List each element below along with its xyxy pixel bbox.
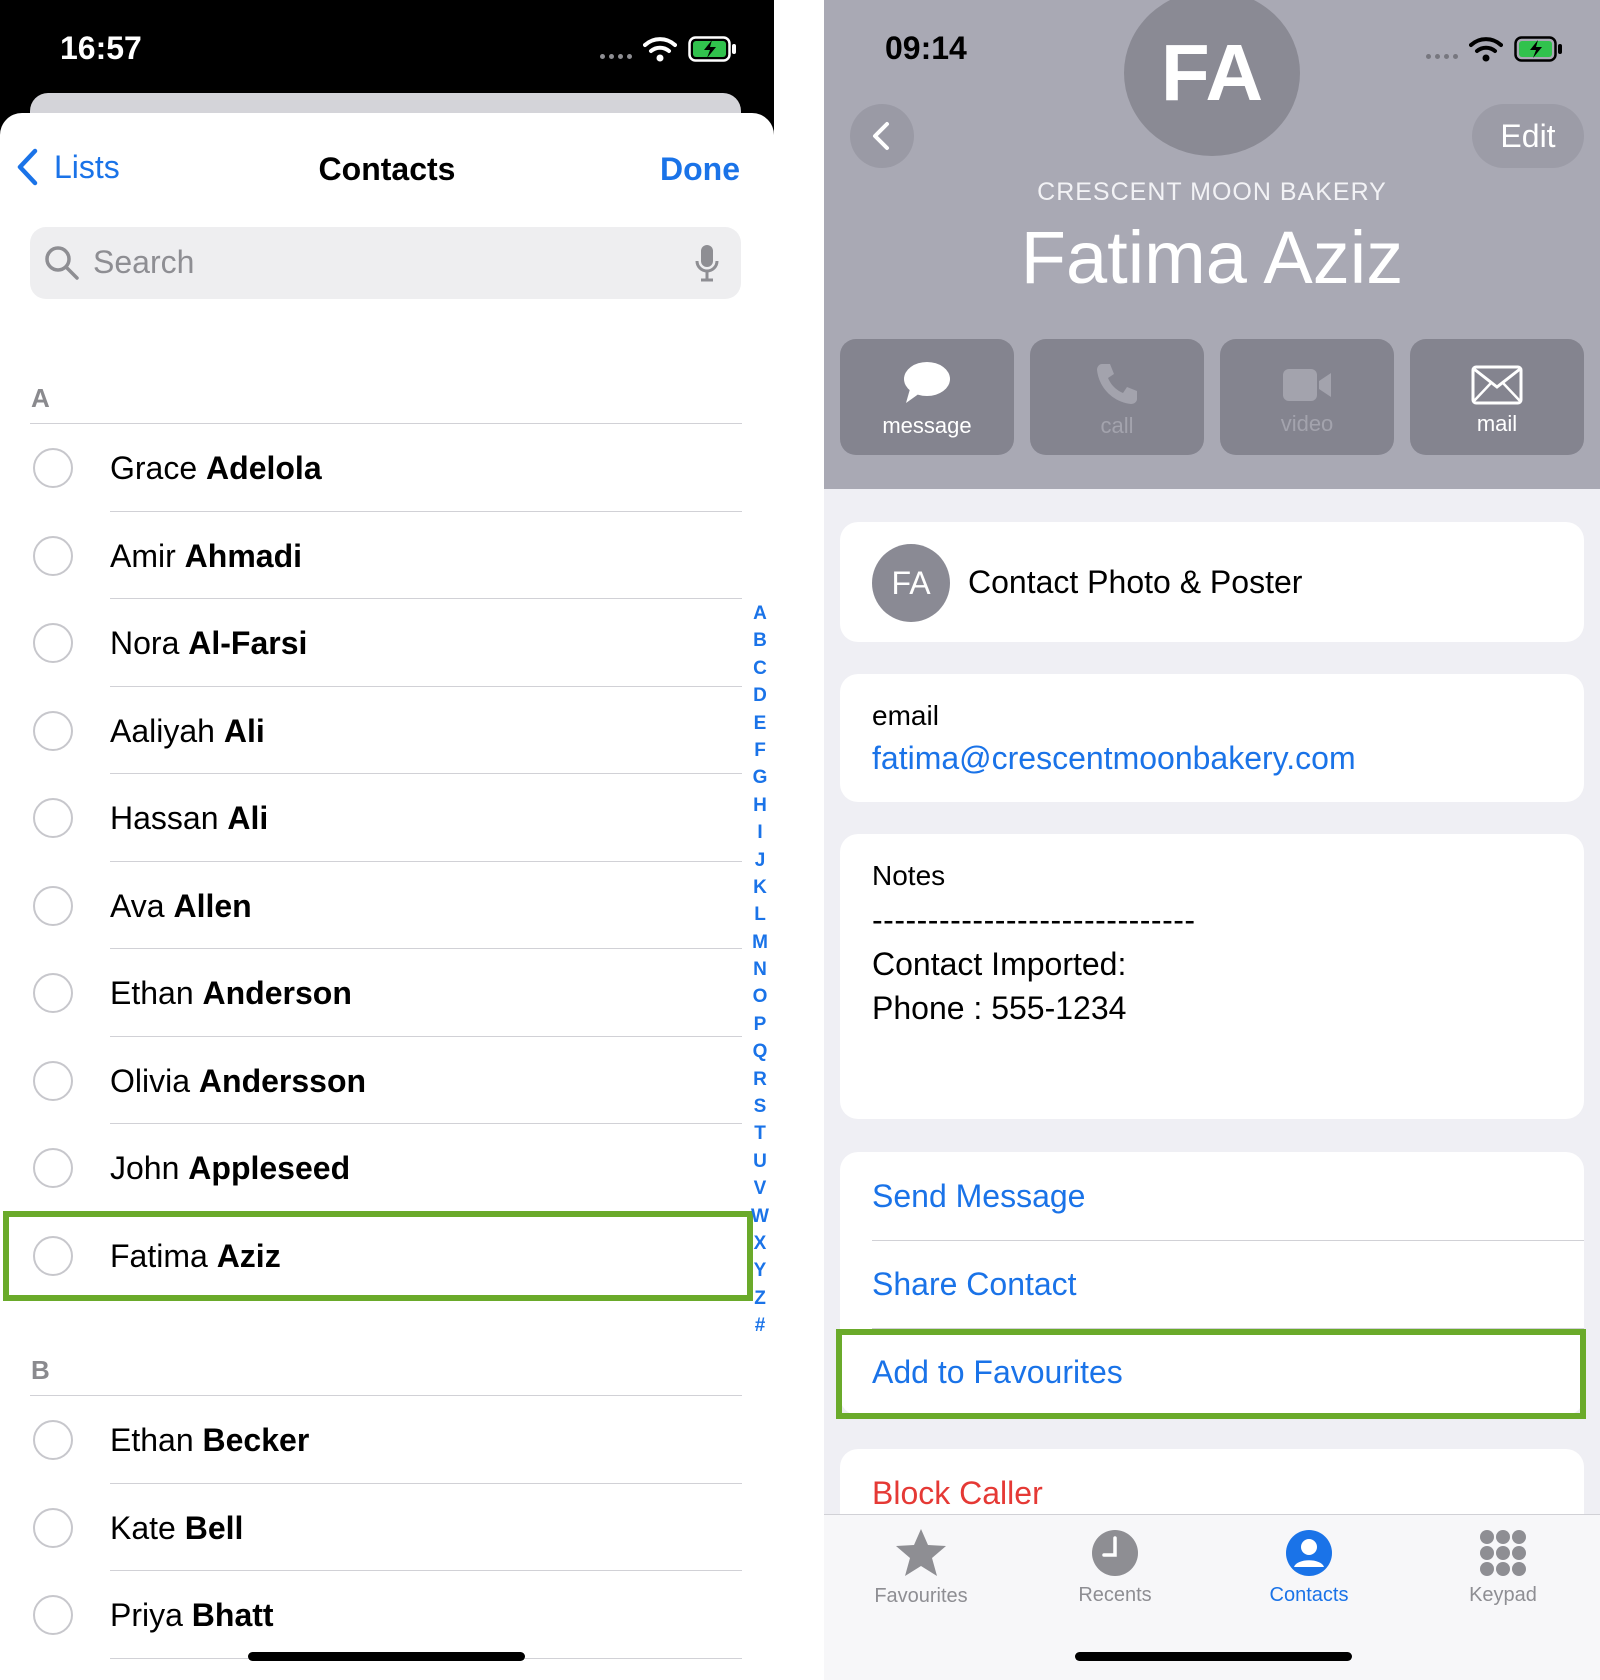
avatar-small: FA <box>872 544 950 622</box>
share-contact-link[interactable]: Share Contact <box>872 1266 1077 1303</box>
contact-name[interactable]: Hassan Ali <box>110 800 268 837</box>
search-icon <box>45 246 79 280</box>
wifi-icon <box>1469 37 1503 62</box>
tab-keypad[interactable]: Keypad <box>1406 1515 1600 1607</box>
video-button[interactable]: video <box>1220 339 1394 455</box>
cellular-signal-icon <box>1426 54 1458 59</box>
divider <box>30 423 742 424</box>
tab-contacts[interactable]: Contacts <box>1212 1515 1406 1607</box>
envelope-icon <box>1471 365 1523 405</box>
wifi-icon <box>643 37 677 62</box>
divider <box>110 1036 742 1037</box>
section-header-b: B <box>31 1355 50 1385</box>
microphone-icon[interactable] <box>694 243 720 283</box>
divider <box>110 773 742 774</box>
tab-favourites[interactable]: Favourites <box>824 1515 1018 1608</box>
email-label: email <box>872 700 939 731</box>
highlight-box <box>836 1329 1586 1419</box>
contact-name[interactable]: Grace Adelola <box>110 450 322 487</box>
keypad-icon <box>1480 1530 1526 1576</box>
notes-divider-text: ----------------------------- <box>872 902 1196 938</box>
done-button[interactable]: Done <box>660 151 740 188</box>
contact-name-title: Fatima Aziz <box>1020 216 1404 299</box>
phone-icon <box>1097 364 1137 404</box>
contact-name[interactable]: Ava Allen <box>110 888 252 925</box>
notes-line: Contact Imported: <box>872 946 1127 982</box>
contact-name[interactable]: Olivia Andersson <box>110 1063 366 1100</box>
contact-name[interactable]: Ethan Anderson <box>110 975 352 1012</box>
star-icon <box>896 1529 946 1576</box>
video-camera-icon <box>1283 369 1331 401</box>
home-indicator <box>248 1652 525 1661</box>
notes-card[interactable]: Notes ----------------------------- Cont… <box>840 834 1584 1119</box>
search-bar[interactable]: Search <box>30 227 741 299</box>
tab-recents[interactable]: Recents <box>1018 1515 1212 1607</box>
select-radio[interactable] <box>33 1595 73 1635</box>
photo-poster-label: Contact Photo & Poster <box>968 564 1303 600</box>
section-header-a: A <box>31 383 50 413</box>
search-input[interactable]: Search <box>93 244 194 281</box>
person-circle-icon <box>1286 1530 1332 1576</box>
send-message-link[interactable]: Send Message <box>872 1178 1085 1215</box>
battery-charging-icon <box>688 36 736 62</box>
divider <box>110 598 742 599</box>
contact-name[interactable]: Amir Ahmadi <box>110 538 302 575</box>
select-radio[interactable] <box>33 798 73 838</box>
divider <box>110 1483 742 1484</box>
edit-button[interactable]: Edit <box>1472 104 1584 168</box>
message-bubble-icon <box>904 362 950 403</box>
divider <box>110 511 742 512</box>
divider <box>30 1395 742 1396</box>
chevron-left-icon <box>873 122 889 150</box>
select-radio[interactable] <box>33 1420 73 1460</box>
divider <box>110 861 742 862</box>
select-radio[interactable] <box>33 1148 73 1188</box>
divider <box>110 948 742 949</box>
email-value[interactable]: fatima@crescentmoonbakery.com <box>872 740 1356 777</box>
message-button[interactable]: message <box>840 339 1014 455</box>
page-title: Contacts <box>318 151 456 187</box>
divider <box>110 1123 742 1124</box>
select-radio[interactable] <box>33 1508 73 1548</box>
mail-button[interactable]: mail <box>1410 339 1584 455</box>
contact-photo-poster-row[interactable]: FA Contact Photo & Poster <box>840 522 1584 642</box>
highlight-box <box>3 1211 753 1301</box>
contact-name[interactable]: Kate Bell <box>110 1510 243 1547</box>
divider <box>110 1570 742 1571</box>
select-radio[interactable] <box>33 1061 73 1101</box>
select-radio[interactable] <box>33 623 73 663</box>
status-time: 16:57 <box>60 30 142 66</box>
divider <box>110 686 742 687</box>
notes-label: Notes <box>872 860 946 891</box>
divider <box>872 1240 1584 1241</box>
select-radio[interactable] <box>33 711 73 751</box>
alphabet-index[interactable]: A B C D E F G H I J K L M N O P Q R S T U V W X Y Z # <box>746 600 774 1340</box>
contact-name[interactable]: John Appleseed <box>110 1150 350 1187</box>
email-row[interactable]: email fatima@crescentmoonbakery.com <box>840 674 1584 802</box>
contact-detail-screen: FA 09:14 Edit CRESCENT MOON BAKERY Fatim… <box>824 0 1600 1680</box>
select-radio[interactable] <box>33 536 73 576</box>
clock-icon <box>1092 1530 1138 1576</box>
contact-name[interactable]: Ethan Becker <box>110 1422 309 1459</box>
company-name: CRESCENT MOON BAKERY <box>1037 178 1387 206</box>
home-indicator <box>1075 1652 1352 1661</box>
cellular-signal-icon <box>600 54 632 59</box>
contact-name[interactable]: Priya Bhatt <box>110 1597 274 1634</box>
block-caller-link[interactable]: Block Caller <box>872 1475 1043 1512</box>
contact-name[interactable]: Aaliyah Ali <box>110 713 265 750</box>
battery-charging-icon <box>1514 36 1562 62</box>
select-radio[interactable] <box>33 448 73 488</box>
contacts-list-screen: 16:57 Lists Contacts Done Search A Grace… <box>0 0 774 1680</box>
status-time: 09:14 <box>885 30 967 66</box>
notes-line: Phone : 555-1234 <box>872 990 1127 1026</box>
contact-name[interactable]: Nora Al-Farsi <box>110 625 307 662</box>
select-radio[interactable] <box>33 973 73 1013</box>
call-button[interactable]: call <box>1030 339 1204 455</box>
select-radio[interactable] <box>33 886 73 926</box>
back-button[interactable] <box>850 104 914 168</box>
